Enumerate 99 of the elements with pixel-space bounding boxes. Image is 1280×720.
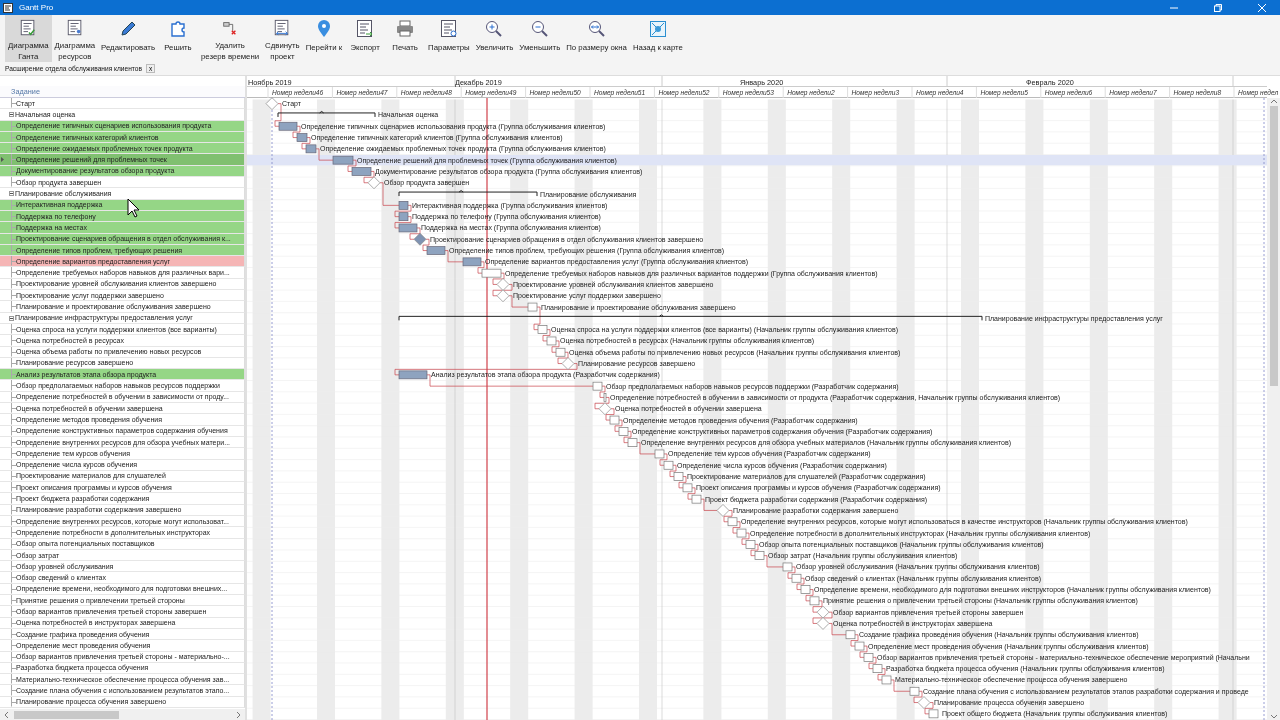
dependency-line — [301, 137, 311, 150]
scroll-left-icon[interactable] — [4, 710, 10, 719]
task-bar[interactable] — [296, 133, 308, 142]
pencil-icon — [118, 19, 138, 39]
task-bar[interactable] — [791, 573, 802, 583]
task-bar[interactable] — [854, 641, 865, 651]
task-bar[interactable] — [537, 325, 548, 334]
milestone-diamond[interactable] — [816, 605, 830, 619]
task-bar[interactable] — [928, 709, 939, 719]
dependency-line — [551, 340, 560, 353]
task-bar[interactable] — [426, 246, 446, 255]
task-bar[interactable] — [872, 664, 883, 673]
milestone-diamond[interactable] — [598, 402, 612, 416]
restore-icon[interactable] — [1214, 3, 1222, 12]
mouse-cursor-icon — [127, 198, 140, 218]
milestone-diamond[interactable] — [561, 357, 575, 370]
task-bar[interactable] — [351, 167, 372, 176]
fit-window-icon — [586, 19, 607, 39]
task-bar[interactable] — [592, 381, 603, 391]
task-bar[interactable] — [654, 449, 665, 459]
dependency-line — [868, 657, 877, 669]
dependency-line — [723, 510, 733, 523]
task-bar[interactable] — [278, 121, 298, 131]
task-bar[interactable] — [663, 460, 674, 470]
task-bar[interactable] — [527, 302, 538, 312]
close-icon[interactable] — [1258, 3, 1266, 12]
task-bar[interactable] — [745, 540, 756, 549]
task-bar[interactable] — [691, 494, 702, 504]
task-bar[interactable] — [462, 257, 482, 267]
task-bar[interactable] — [673, 472, 684, 481]
task-bar[interactable] — [909, 686, 920, 696]
task-bar[interactable] — [609, 415, 620, 425]
task-bar[interactable] — [845, 630, 856, 640]
dependency-line — [678, 476, 687, 489]
dependency-line — [659, 453, 668, 466]
dependency-line — [877, 668, 886, 681]
dependency-line — [750, 544, 759, 556]
dependency-line — [477, 261, 485, 274]
task-bar[interactable] — [603, 393, 607, 402]
dependency-line — [347, 159, 357, 172]
dependency-line — [292, 125, 301, 138]
dependency-line — [805, 589, 814, 602]
milestone-diamond[interactable] — [716, 504, 730, 517]
dependency-line — [274, 103, 282, 127]
row-indicator-icon — [1, 157, 4, 163]
task-bar[interactable] — [305, 144, 317, 154]
task-bar[interactable] — [398, 223, 418, 233]
task-bar[interactable] — [627, 438, 638, 447]
task-bar[interactable] — [754, 551, 765, 560]
task-bar[interactable] — [481, 268, 502, 278]
dependency-line — [796, 577, 805, 590]
dependency-line — [850, 634, 859, 647]
task-bar[interactable] — [782, 562, 793, 572]
dependency-line — [924, 702, 934, 715]
dependency-line — [687, 487, 696, 500]
milestone-diamond[interactable] — [816, 617, 830, 630]
dependency-line — [787, 566, 796, 579]
collapse-icon[interactable] — [9, 191, 14, 197]
dependency-line — [859, 645, 868, 658]
task-bar[interactable] — [736, 528, 747, 538]
milestone-diamond[interactable] — [367, 176, 381, 190]
task-bar[interactable] — [398, 201, 409, 210]
milestone-diamond[interactable] — [413, 232, 427, 246]
task-bar[interactable] — [809, 596, 820, 606]
task-bar[interactable] — [881, 675, 892, 685]
scroll-up-icon[interactable] — [1269, 98, 1278, 104]
task-bar[interactable] — [398, 370, 428, 380]
map-icon — [647, 19, 668, 39]
milestone-diamond[interactable] — [917, 696, 931, 709]
window-title: Gantt Pro — [19, 3, 54, 12]
task-bar[interactable] — [727, 517, 738, 527]
dependency-line — [732, 521, 741, 534]
dependency-line — [623, 431, 632, 443]
scroll-down-icon[interactable] — [1269, 714, 1278, 720]
scroll-right-icon[interactable] — [235, 710, 241, 719]
task-bar[interactable] — [546, 336, 557, 346]
app-icon — [3, 2, 13, 13]
milestone-diamond[interactable] — [265, 97, 279, 110]
task-bar[interactable] — [618, 427, 629, 436]
milestone-diamond[interactable] — [496, 289, 510, 303]
dependency-line — [614, 419, 623, 432]
dependency-line — [741, 532, 750, 545]
scrollbar-thumb[interactable] — [1269, 106, 1278, 386]
scrollbar-thumb[interactable] — [14, 710, 119, 719]
zoom-out-icon — [529, 19, 550, 39]
task-bar[interactable] — [555, 347, 566, 357]
collapse-icon[interactable] — [9, 112, 14, 118]
task-bar[interactable] — [398, 212, 409, 221]
task-bar[interactable] — [682, 483, 693, 493]
collapse-icon[interactable] — [9, 315, 14, 321]
task-bar[interactable] — [800, 585, 811, 594]
task-bar[interactable] — [332, 155, 354, 165]
settings-icon — [438, 19, 459, 39]
task-bar[interactable] — [863, 653, 874, 662]
dependency-line — [913, 690, 923, 703]
printer-icon — [395, 19, 416, 39]
milestone-diamond[interactable] — [496, 278, 510, 291]
dependency-line — [363, 171, 375, 184]
summary-bar[interactable] — [398, 314, 983, 321]
